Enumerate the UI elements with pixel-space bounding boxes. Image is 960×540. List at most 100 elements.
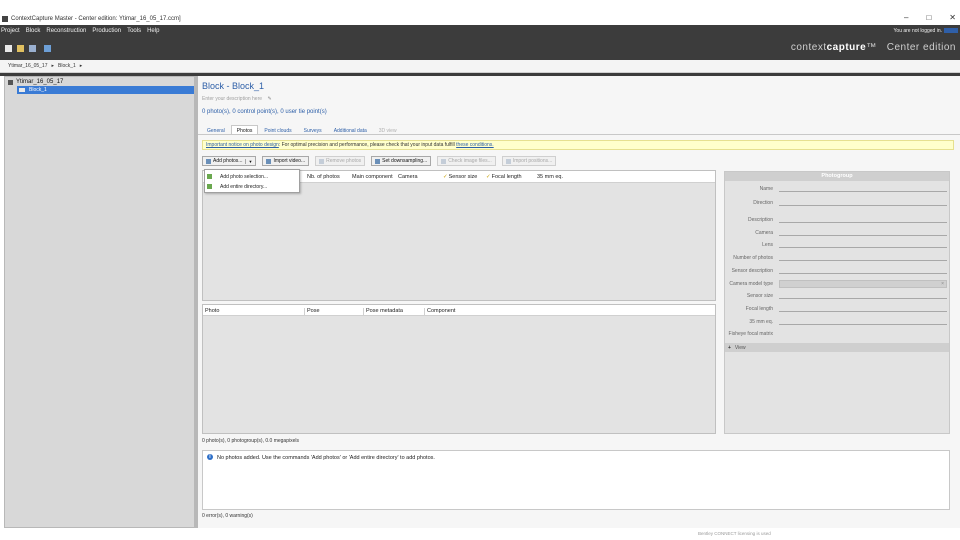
downsampling-icon [375,158,381,164]
set-downsampling-button[interactable]: Set downsampling... [371,156,432,166]
chevron-down-icon[interactable]: ▼ [245,158,252,164]
column-35mm-eq[interactable]: 35 mm eq. [537,174,563,180]
camera-model-type-select[interactable]: × [779,280,947,288]
notice-link[interactable]: Important notice on photo design [206,142,279,148]
clear-icon[interactable]: × [941,281,944,287]
column-focal-length[interactable]: Focal length [486,174,522,180]
property-row: Lens [725,239,949,251]
block-description[interactable]: Enter your description here ✎ [202,96,272,102]
menu-reconstruction[interactable]: Reconstruction [46,28,86,34]
maximize-button[interactable]: □ [926,13,931,22]
property-field[interactable] [779,260,947,261]
column-main-component[interactable]: Main component [352,174,393,180]
column-camera[interactable]: Camera [398,174,418,180]
property-label: Number of photos [733,255,773,261]
remove-photos-label: Remove photos [326,158,362,164]
video-icon [266,158,272,164]
tree-block-label: Block_1 [29,87,47,93]
main-toolbar: contextcapture™ Center edition [0,36,960,60]
add-photos-icon [206,158,211,164]
property-row: 35 mm eq. [725,316,949,328]
breadcrumb-item-project[interactable]: Ytimar_16_05_17 [8,63,47,69]
block-main-panel: Block - Block_1 Enter your description h… [198,76,960,528]
add-photos-menu: Add photo selection... Add entire direct… [204,169,300,193]
menu-item-add-photo-selection[interactable]: Add photo selection... [207,172,268,181]
column-pose-metadata[interactable]: Pose metadata [363,308,403,316]
open-project-icon[interactable] [17,44,24,52]
project-tree-panel: Ytimar_16_05_17 Block_1 [4,76,195,528]
property-label: Camera model type [729,281,773,287]
view-expander[interactable]: + View [725,343,949,352]
property-row: Fisheye focal matrix [725,328,949,340]
add-photos-label: Add photos... [213,158,243,164]
brand-tm: ™ [866,42,877,53]
check-image-files-button[interactable]: Check image files... [437,156,496,166]
property-label: Name [759,186,773,192]
property-row: Sensor description [725,265,949,277]
property-label: Focal length [745,306,773,312]
import-video-button[interactable]: Import video... [262,156,310,166]
login-status: You are not logged in. [893,27,942,34]
remove-photos-button[interactable]: Remove photos [315,156,366,166]
close-button[interactable]: ✕ [949,13,956,22]
brand-prefix: context [790,42,827,53]
add-photo-icon [207,174,212,179]
property-row: Camera model type × [725,278,949,290]
brand-edition: Center edition [886,42,956,53]
breadcrumb-separator-icon: ▸ [79,63,83,69]
property-label: Sensor size [746,293,773,299]
view-label: View [734,344,746,351]
tree-item-block[interactable]: Block_1 [17,86,194,94]
property-field[interactable] [779,205,947,206]
breadcrumb-item-block[interactable]: Block_1 [58,63,76,69]
remove-icon [319,158,325,164]
property-row: Number of photos [725,252,949,264]
tree-item-project[interactable]: Ytimar_16_05_17 [8,79,63,85]
menu-item-label: Add photo selection... [220,173,269,180]
column-pose[interactable]: Pose [304,308,320,316]
photos-action-bar: Add photos... ▼ Import video... Remove p… [202,156,557,166]
property-field[interactable] [779,235,947,236]
tree-project-label: Ytimar_16_05_17 [16,79,64,85]
new-project-icon[interactable] [5,44,12,52]
menu-production[interactable]: Production [92,28,121,34]
property-field[interactable] [779,247,947,248]
info-icon: i [207,454,213,460]
window-titlebar: ContextCapture Master - Center edition: … [0,13,960,25]
import-positions-button[interactable]: Import positions... [501,156,557,166]
property-field[interactable] [779,311,947,312]
column-photo[interactable]: Photo [203,308,219,316]
column-component[interactable]: Component [424,308,455,316]
property-row: Direction [725,197,949,209]
notice-conditions-link[interactable]: these conditions. [456,142,494,148]
property-field[interactable] [779,222,947,223]
menu-project[interactable]: Project [1,28,20,34]
property-field[interactable] [779,298,947,299]
set-downsampling-label: Set downsampling... [382,158,428,164]
expand-plus-icon[interactable]: + [728,345,731,351]
save-project-icon[interactable] [29,44,36,52]
check-files-icon [441,158,447,164]
property-field[interactable] [779,273,947,274]
edit-pencil-icon[interactable]: ✎ [267,96,271,102]
property-row: Focal length [725,303,949,315]
login-button[interactable] [944,28,958,33]
project-icon [8,79,13,85]
property-field[interactable] [779,324,947,325]
help-icon[interactable] [44,44,51,52]
property-field[interactable] [779,191,947,192]
property-label: Direction [753,200,773,206]
property-row: Name [725,183,949,195]
column-sensor-size[interactable]: Sensor size [443,174,478,180]
photos-table[interactable]: Photo Pose Pose metadata Component [202,304,716,434]
menu-help[interactable]: Help [147,28,159,34]
window-controls: – □ ✕ [904,13,956,22]
add-photos-button[interactable]: Add photos... ▼ [202,156,257,166]
minimize-button[interactable]: – [904,13,908,22]
menu-block[interactable]: Block [26,28,41,34]
menu-tools[interactable]: Tools [127,28,141,34]
info-message: No photos added. Use the commands 'Add p… [217,455,435,461]
licensing-status: Bentley CONNECT licensing is used [698,531,771,536]
menu-item-add-entire-directory[interactable]: Add entire directory... [207,182,267,191]
column-nb-photos[interactable]: Nb. of photos [307,174,340,180]
